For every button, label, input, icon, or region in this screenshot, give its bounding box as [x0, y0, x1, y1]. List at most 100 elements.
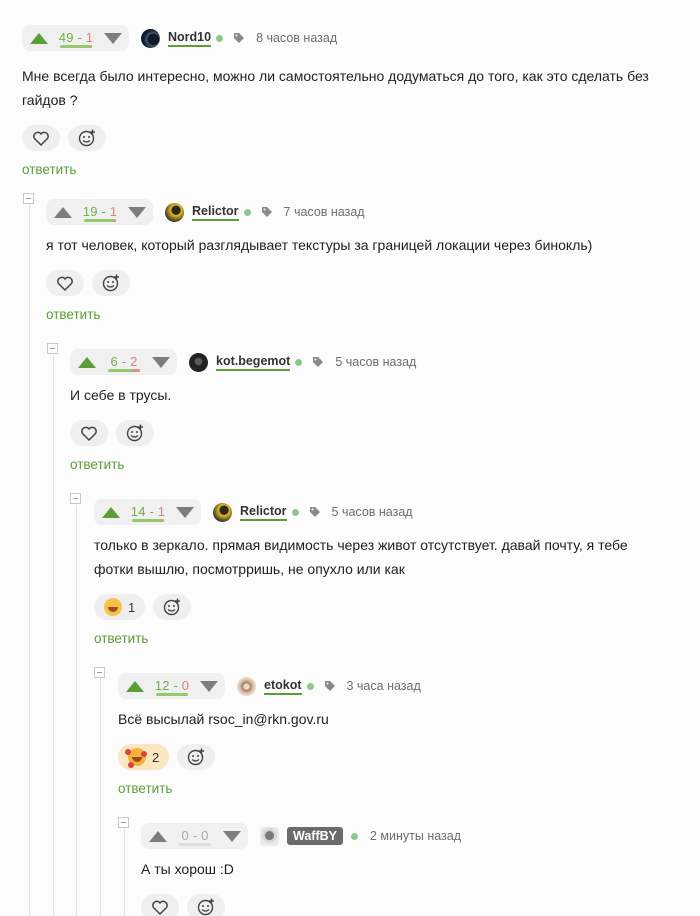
collapse-toggle[interactable] — [47, 343, 58, 354]
arrow-down-icon[interactable] — [128, 206, 146, 218]
comment-text: И себе в трусы. — [70, 387, 172, 403]
thread-line-2 — [53, 355, 54, 916]
heart-icon — [33, 131, 49, 146]
online-indicator — [306, 682, 314, 690]
add-reaction-button[interactable] — [68, 125, 106, 151]
comment-time[interactable]: 2 минуты назад — [370, 829, 461, 843]
heart-icon — [81, 426, 97, 441]
author-name[interactable]: Nord10 — [168, 30, 212, 47]
vote-box: 49 - 1 — [22, 25, 129, 51]
reaction-love-button[interactable]: 2 — [118, 744, 170, 770]
like-button[interactable] — [22, 125, 60, 151]
arrow-up-icon[interactable] — [126, 680, 144, 692]
comment-actions: 2 — [118, 744, 700, 770]
author-name[interactable]: Relictor — [192, 204, 239, 221]
avatar[interactable] — [189, 352, 208, 372]
like-button[interactable] — [70, 420, 108, 446]
comment-header: 6 - 2 kot.begemot 5 часов назад — [70, 349, 700, 375]
tag-icon — [324, 681, 335, 691]
comment: 14 - 1 Relictor 5 часов назад только в з… — [94, 499, 700, 648]
comment-time[interactable]: 5 часов назад — [332, 505, 413, 519]
arrow-up-icon[interactable] — [102, 506, 120, 518]
thread-line-5 — [124, 829, 125, 916]
comment-time[interactable]: 8 часов назад — [256, 31, 337, 45]
collapse-toggle[interactable] — [23, 193, 34, 204]
add-reaction-icon — [102, 274, 119, 292]
arrow-up-icon[interactable] — [30, 32, 48, 44]
add-reaction-button[interactable] — [153, 594, 192, 620]
add-reaction-icon — [188, 748, 205, 766]
online-indicator — [216, 34, 224, 42]
vote-box: 0 - 0 — [141, 823, 248, 849]
comment-text: Всё высылай rsoc_in@rkn.gov.ru — [118, 711, 329, 727]
vote-box: 12 - 0 — [118, 673, 225, 699]
author-name[interactable]: kot.begemot — [216, 354, 291, 371]
vote-box: 14 - 1 — [94, 499, 201, 525]
reply-link[interactable]: ответить — [118, 780, 700, 798]
arrow-down-icon[interactable] — [200, 680, 218, 692]
reply-link[interactable]: ответить — [70, 456, 700, 474]
comment-time[interactable]: 5 часов назад — [335, 355, 416, 369]
comment: 6 - 2 kot.begemot 5 часов назад И себе в… — [70, 349, 700, 474]
online-indicator — [291, 508, 299, 516]
add-reaction-icon — [78, 129, 95, 147]
rating-score: 49 - 1 — [48, 29, 104, 48]
online-indicator — [243, 208, 251, 216]
arrow-up-icon[interactable] — [149, 830, 167, 842]
like-button[interactable] — [46, 270, 84, 296]
add-reaction-button[interactable] — [92, 270, 130, 296]
reply-link[interactable]: ответить — [46, 306, 700, 324]
add-reaction-button[interactable] — [116, 420, 154, 446]
comment-header: 12 - 0 etokot 3 часа назад — [118, 673, 700, 699]
avatar[interactable] — [237, 676, 256, 696]
author-name[interactable]: etokot — [264, 678, 302, 695]
reply-link[interactable]: ответить — [94, 630, 700, 648]
online-indicator — [295, 358, 303, 366]
comment-text: только в зеркало. прямая видимость через… — [94, 537, 628, 577]
comment-time[interactable]: 3 часа назад — [347, 679, 421, 693]
tag-icon — [261, 207, 272, 217]
add-reaction-icon — [164, 598, 181, 616]
comment: 0 - 0 WaffBY 2 минуты назад А ты хорош :… — [141, 823, 700, 916]
rating-score: 14 - 1 — [120, 503, 176, 522]
comment-text: Мне всегда было интересно, можно ли само… — [22, 68, 649, 108]
comment-header: 14 - 1 Relictor 5 часов назад — [94, 499, 700, 525]
thread-line-4 — [100, 679, 101, 916]
author-name[interactable]: WaffBY — [287, 827, 343, 845]
comment-actions: 1 — [94, 594, 700, 620]
add-reaction-button[interactable] — [187, 894, 225, 916]
avatar[interactable] — [141, 28, 160, 48]
collapse-toggle[interactable] — [70, 493, 81, 504]
comment-time[interactable]: 7 часов назад — [284, 205, 365, 219]
add-reaction-icon — [126, 424, 143, 442]
comment-actions — [70, 420, 700, 446]
avatar[interactable] — [165, 202, 184, 222]
avatar[interactable] — [260, 826, 279, 846]
comment-header: 49 - 1 Nord10 8 часов назад — [22, 25, 700, 51]
arrow-up-icon[interactable] — [54, 206, 72, 218]
collapse-toggle[interactable] — [118, 817, 129, 828]
comment-text: я тот человек, который разглядывает текс… — [46, 237, 593, 253]
avatar[interactable] — [213, 502, 232, 522]
arrow-down-icon[interactable] — [104, 32, 122, 44]
online-indicator — [350, 832, 358, 840]
arrow-down-icon[interactable] — [176, 506, 194, 518]
comment-header: 19 - 1 Relictor 7 часов назад — [46, 199, 700, 225]
vote-box: 19 - 1 — [46, 199, 153, 225]
reply-link[interactable]: ответить — [22, 161, 700, 179]
arrow-up-icon[interactable] — [78, 356, 96, 368]
arrow-down-icon[interactable] — [223, 830, 241, 842]
tag-icon — [234, 33, 245, 43]
rating-score: 0 - 0 — [167, 827, 223, 846]
add-reaction-button[interactable] — [177, 744, 216, 770]
vote-box: 6 - 2 — [70, 349, 177, 375]
author-name[interactable]: Relictor — [240, 504, 287, 521]
collapse-toggle[interactable] — [94, 667, 105, 678]
comment-text: А ты хорош :D — [141, 861, 234, 877]
arrow-down-icon[interactable] — [152, 356, 170, 368]
comment-header: 0 - 0 WaffBY 2 минуты назад — [141, 823, 700, 849]
like-button[interactable] — [141, 894, 179, 916]
reaction-laugh-button[interactable]: 1 — [94, 594, 146, 620]
rating-score: 12 - 0 — [144, 677, 200, 696]
thread-line-3 — [76, 505, 77, 916]
